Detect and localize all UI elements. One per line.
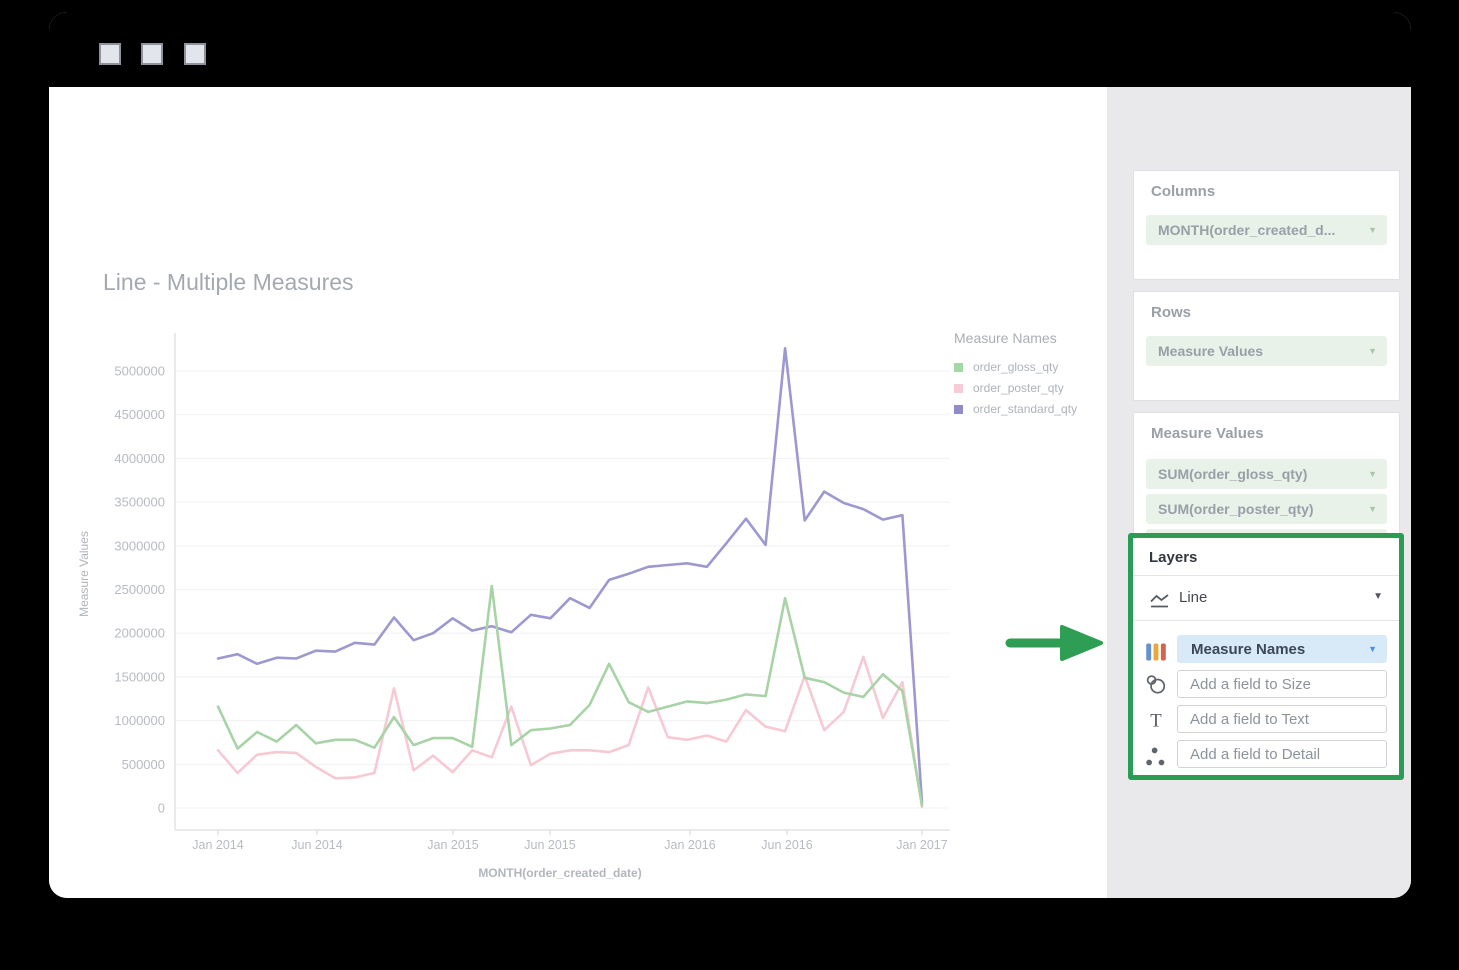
text-drop-field[interactable]: Add a field to Text (1177, 705, 1387, 733)
legend-swatch-green (954, 363, 963, 372)
text-icon: T (1145, 709, 1167, 731)
y-tick-label: 1500000 (114, 669, 165, 684)
detail-drop-field[interactable]: Add a field to Detail (1177, 740, 1387, 768)
legend-swatch-purple (954, 405, 963, 414)
window-titlebar (49, 12, 1411, 87)
legend-item[interactable]: order_gloss_qty (954, 360, 1077, 374)
chevron-down-icon[interactable]: ▼ (1368, 469, 1377, 479)
legend-label: order_gloss_qty (973, 360, 1058, 374)
x-tick-label: Jan 2015 (427, 838, 478, 852)
columns-pill-month-order-created-date[interactable]: MONTH(order_created_d... ▼ (1146, 215, 1387, 245)
y-tick-label: 5000000 (114, 364, 165, 379)
pill-sum-order-poster-qty[interactable]: SUM(order_poster_qty) ▼ (1146, 494, 1387, 524)
green-arrow-annotation (1004, 622, 1106, 664)
x-tick-label: Jan 2014 (192, 838, 243, 852)
chart-legend: Measure Names order_gloss_qty order_post… (954, 330, 1077, 423)
pill-sum-order-gloss-qty[interactable]: SUM(order_gloss_qty) ▼ (1146, 459, 1387, 489)
y-tick-label: 4500000 (114, 407, 165, 422)
legend-item[interactable]: order_standard_qty (954, 402, 1077, 416)
legend-title: Measure Names (954, 330, 1077, 346)
chevron-down-icon[interactable]: ▼ (1368, 504, 1377, 514)
columns-shelf-title: Columns (1151, 183, 1215, 200)
chevron-down-icon[interactable]: ▼ (1373, 591, 1383, 602)
x-tick-label: Jun 2015 (524, 838, 575, 852)
worksheet-canvas: Line - Multiple Measures Measure Values … (49, 87, 1107, 898)
y-tick-label: 3500000 (114, 495, 165, 510)
chevron-down-icon[interactable]: ▼ (1368, 346, 1377, 356)
divider (1133, 620, 1399, 621)
color-legend-icon (1145, 641, 1167, 663)
legend-item[interactable]: order_poster_qty (954, 381, 1077, 395)
window-control-button-2[interactable] (141, 43, 163, 65)
legend-swatch-pink (954, 384, 963, 393)
y-tick-label: 2000000 (114, 626, 165, 641)
chevron-down-icon[interactable]: ▼ (1368, 225, 1377, 235)
window-control-button-1[interactable] (99, 43, 121, 65)
layer-type-label: Line (1179, 589, 1207, 606)
svg-text:T: T (1150, 711, 1162, 731)
line-chart-icon (1149, 590, 1171, 612)
chart-title: Line - Multiple Measures (103, 269, 354, 296)
x-axis-title: MONTH(order_created_date) (360, 866, 760, 880)
size-drop-field[interactable]: Add a field to Size (1177, 670, 1387, 698)
y-tick-label: 4000000 (114, 451, 165, 466)
line-chart: 0 500000 1000000 1500000 2000000 2500000 30000… (60, 321, 980, 881)
series-line-order_standard_qty[interactable] (218, 348, 922, 803)
shelves-sidebar: Columns MONTH(order_created_d... ▼ Rows … (1107, 87, 1411, 898)
x-tick-label: Jun 2016 (761, 838, 812, 852)
y-tick-label: 0 (158, 801, 165, 816)
legend-label: order_standard_qty (973, 402, 1077, 416)
app-window: Line - Multiple Measures Measure Values … (49, 12, 1411, 898)
columns-shelf: Columns MONTH(order_created_d... ▼ (1133, 170, 1400, 280)
y-tick-label: 1000000 (114, 713, 165, 728)
rows-shelf: Rows Measure Values ▼ (1133, 291, 1400, 401)
layers-panel-title: Layers (1149, 549, 1197, 566)
x-tick-label: Jan 2017 (896, 838, 947, 852)
y-tick-label: 2500000 (114, 582, 165, 597)
x-tick-label: Jun 2014 (291, 838, 342, 852)
layers-panel: Layers Line ▼ (1128, 533, 1404, 780)
size-icon (1145, 674, 1167, 696)
chevron-down-icon[interactable]: ▼ (1368, 644, 1377, 654)
y-tick-label: 3000000 (114, 538, 165, 553)
window-control-button-3[interactable] (184, 43, 206, 65)
x-tick-label: Jan 2016 (664, 838, 715, 852)
measure-values-shelf-title: Measure Values (1151, 425, 1264, 442)
layer-type-row[interactable]: Line ▼ (1133, 576, 1399, 620)
rows-pill-measure-values[interactable]: Measure Values ▼ (1146, 336, 1387, 366)
y-tick-label: 500000 (122, 757, 165, 772)
rows-shelf-title: Rows (1151, 304, 1191, 321)
color-pill-measure-names[interactable]: Measure Names ▼ (1177, 635, 1387, 663)
detail-icon (1145, 746, 1167, 768)
legend-label: order_poster_qty (973, 381, 1064, 395)
